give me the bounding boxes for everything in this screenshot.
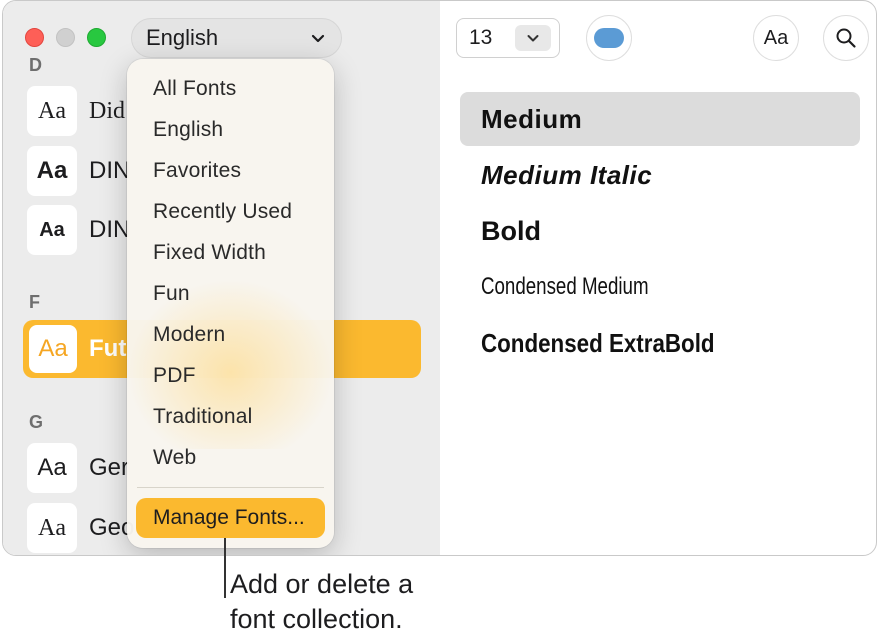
font-preview-tile: Aa bbox=[27, 443, 77, 493]
manage-fonts-label: Manage Fonts... bbox=[153, 506, 305, 529]
menu-item-pdf[interactable]: PDF bbox=[153, 364, 196, 388]
menu-item-fixed-width[interactable]: Fixed Width bbox=[153, 241, 266, 265]
typeface-name: Medium Italic bbox=[481, 159, 653, 190]
font-family-name: DIN bbox=[89, 216, 131, 243]
collection-select[interactable]: English bbox=[131, 18, 342, 58]
menu-item-fun[interactable]: Fun bbox=[153, 282, 190, 306]
callout-text: Add or delete a font collection. bbox=[230, 567, 413, 637]
callout-line-1: Add or delete a bbox=[230, 569, 414, 599]
typeface-row[interactable]: Medium Italic bbox=[460, 148, 860, 202]
font-preview-tile: Aa bbox=[27, 86, 77, 136]
collection-select-value: English bbox=[146, 25, 219, 50]
typeface-name: Medium bbox=[481, 103, 583, 134]
section-letter-f: F bbox=[29, 292, 40, 312]
menu-item-traditional[interactable]: Traditional bbox=[153, 405, 252, 429]
font-family-name: Fut bbox=[89, 335, 127, 362]
menu-item-english[interactable]: English bbox=[153, 118, 223, 142]
font-family-sidebar: English D Aa Did Aa DIN Aa DIN F Aa Fut … bbox=[3, 1, 440, 555]
font-preview-tile: Aa bbox=[27, 205, 77, 255]
font-family-name: Ger bbox=[89, 454, 130, 481]
menu-item-modern[interactable]: Modern bbox=[153, 323, 225, 347]
text-color-button[interactable] bbox=[586, 15, 632, 61]
font-family-name: Did bbox=[89, 97, 125, 124]
typeface-row-selected[interactable]: Medium bbox=[460, 92, 860, 146]
section-letter-g: G bbox=[29, 412, 44, 432]
font-preview-toggle-button[interactable]: Aa bbox=[753, 15, 799, 61]
fonts-window: English D Aa Did Aa DIN Aa DIN F Aa Fut … bbox=[2, 0, 877, 556]
font-preview-tile: Aa bbox=[29, 325, 77, 373]
font-preview-tile: Aa bbox=[27, 146, 77, 196]
typeface-row[interactable]: Condensed Medium bbox=[460, 260, 860, 314]
chevron-down-icon bbox=[527, 35, 539, 42]
zoom-window-button[interactable] bbox=[87, 28, 106, 47]
menu-item-favorites[interactable]: Favorites bbox=[153, 159, 241, 183]
collection-menu: All Fonts English Favorites Recently Use… bbox=[127, 59, 334, 548]
menu-item-recently-used[interactable]: Recently Used bbox=[153, 200, 292, 224]
color-swatch bbox=[594, 28, 624, 48]
callout-line bbox=[224, 538, 226, 598]
menu-item-web[interactable]: Web bbox=[153, 446, 196, 470]
font-size-dropdown-button[interactable] bbox=[515, 25, 551, 51]
minimize-window-button[interactable] bbox=[56, 28, 75, 47]
search-icon bbox=[836, 28, 856, 48]
font-preview-tile: Aa bbox=[27, 503, 77, 553]
typeface-row[interactable]: Bold bbox=[460, 204, 860, 258]
menu-separator bbox=[137, 487, 324, 488]
chevron-down-icon bbox=[311, 34, 325, 43]
font-size-field[interactable]: 13 bbox=[456, 18, 560, 58]
search-button[interactable] bbox=[823, 15, 869, 61]
font-family-name: DIN bbox=[89, 157, 131, 184]
manage-fonts-menu-item[interactable]: Manage Fonts... bbox=[136, 498, 325, 538]
typeface-name: Condensed Medium bbox=[481, 273, 649, 300]
aa-label: Aa bbox=[763, 26, 789, 49]
menu-item-all-fonts[interactable]: All Fonts bbox=[153, 77, 237, 101]
typeface-name: Condensed ExtraBold bbox=[481, 327, 715, 358]
close-window-button[interactable] bbox=[25, 28, 44, 47]
typeface-name: Bold bbox=[481, 215, 541, 246]
font-size-value: 13 bbox=[469, 26, 493, 49]
typeface-row[interactable]: Condensed ExtraBold bbox=[460, 316, 860, 370]
section-letter-d: D bbox=[29, 55, 42, 75]
callout-line-2: font collection. bbox=[230, 604, 403, 634]
